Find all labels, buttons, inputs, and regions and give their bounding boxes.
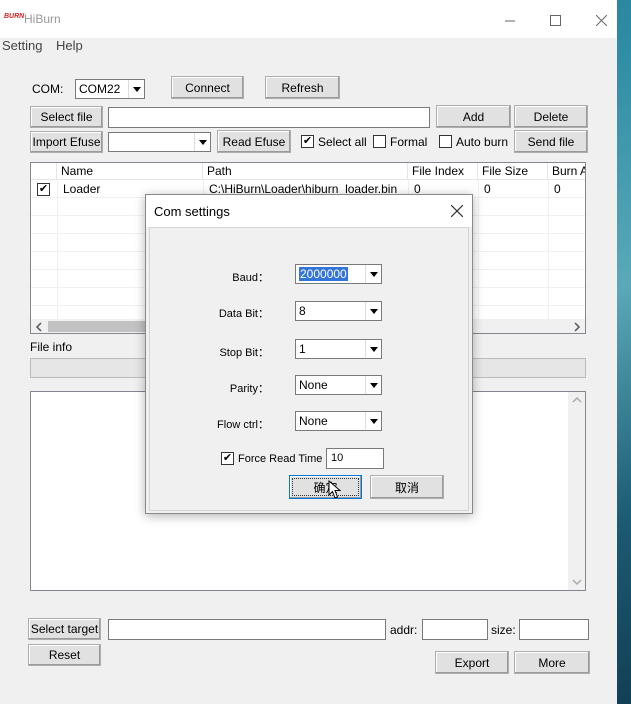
close-icon <box>595 14 607 26</box>
main-window: BURN HiBurn Setting Help COM: COM22 Conn… <box>0 0 617 704</box>
data-bit-select[interactable]: 8 <box>295 301 382 321</box>
baud-label: Baud： <box>232 272 269 284</box>
checkmark-icon: ✔ <box>38 183 49 195</box>
cell-burn-a: 0 <box>554 182 561 196</box>
checkmark-icon: ✔ <box>302 135 313 147</box>
scroll-up-icon[interactable] <box>572 396 582 404</box>
chevron-down-icon <box>365 340 381 358</box>
delete-button[interactable]: Delete <box>514 105 588 128</box>
minimize-icon <box>504 20 515 21</box>
minimize-button[interactable] <box>487 6 533 34</box>
addr-label: addr: <box>390 623 418 637</box>
select-file-button[interactable]: Select file <box>30 106 103 128</box>
data-bit-value: 8 <box>299 304 306 318</box>
com-label: COM: <box>32 82 64 96</box>
stop-bit-value: 1 <box>299 342 306 356</box>
table-header-burn-a[interactable]: Burn A <box>548 163 585 180</box>
vertical-scrollbar[interactable] <box>568 392 585 590</box>
auto-burn-label: Auto burn <box>456 135 509 149</box>
checkmark-icon: ✔ <box>222 452 233 464</box>
table-header-path[interactable]: Path <box>203 163 408 180</box>
data-bit-label: Data Bit： <box>218 308 269 320</box>
baud-value: 2000000 <box>299 267 348 281</box>
table-header-name[interactable]: Name <box>57 163 203 180</box>
formal-label: Formal <box>390 135 428 149</box>
chevron-down-icon <box>194 133 210 151</box>
chevron-down-icon <box>365 302 381 320</box>
dialog-close-icon[interactable] <box>451 205 463 217</box>
title-bar: BURN HiBurn <box>0 0 617 38</box>
reset-button[interactable]: Reset <box>28 644 101 666</box>
column-divider <box>57 180 58 320</box>
chevron-down-icon <box>365 265 381 283</box>
file-info-label: File info <box>30 340 73 354</box>
refresh-button[interactable]: Refresh <box>265 76 340 99</box>
more-button[interactable]: More <box>514 651 590 674</box>
auto-burn-checkbox[interactable] <box>439 135 452 148</box>
stop-bit-select[interactable]: 1 <box>295 339 382 359</box>
flow-ctrl-label: Flow ctrl： <box>217 419 269 431</box>
select-all-checkbox[interactable]: ✔ <box>301 135 314 148</box>
add-button[interactable]: Add <box>436 105 511 128</box>
app-logo-icon: BURN <box>4 13 25 20</box>
addr-field[interactable] <box>422 619 488 640</box>
efuse-select[interactable] <box>108 132 211 152</box>
menu-help[interactable]: Help <box>56 38 83 53</box>
force-read-time-field[interactable]: 10 <box>326 448 384 469</box>
dialog-title: Com settings <box>154 204 230 219</box>
com-port-select[interactable]: COM22 <box>75 79 145 99</box>
send-file-button[interactable]: Send file <box>514 130 588 153</box>
chevron-down-icon <box>365 376 381 394</box>
table-header-check <box>31 163 57 180</box>
size-label: size: <box>491 623 516 637</box>
baud-select[interactable]: 2000000 <box>295 264 382 284</box>
column-divider <box>478 180 479 320</box>
flow-ctrl-value: None <box>299 414 328 428</box>
cancel-button[interactable]: 取消 <box>370 475 444 499</box>
table-header-file-index[interactable]: File Index <box>408 163 478 180</box>
menu-bar: Setting Help <box>0 38 617 56</box>
parity-label: Parity： <box>229 383 269 395</box>
com-port-value: COM22 <box>79 82 121 96</box>
parity-value: None <box>299 378 328 392</box>
target-field[interactable] <box>108 619 386 640</box>
export-button[interactable]: Export <box>435 651 509 674</box>
formal-checkbox[interactable] <box>373 135 386 148</box>
column-divider <box>548 180 549 320</box>
com-settings-dialog: Com settings Baud： 2000000 Data Bit： 8 S… <box>145 194 473 514</box>
table-header-file-size[interactable]: File Size <box>478 163 548 180</box>
select-all-label: Select all <box>318 135 367 149</box>
maximize-icon <box>549 14 561 26</box>
ok-button[interactable]: 确定 <box>289 475 362 499</box>
cell-file-size: 0 <box>484 182 491 196</box>
force-read-label: Force Read Time <box>238 453 323 465</box>
chevron-down-icon <box>128 80 144 98</box>
flow-ctrl-select[interactable]: None <box>295 411 382 431</box>
force-read-checkbox[interactable]: ✔ <box>221 452 234 465</box>
file-path-field[interactable] <box>108 107 430 128</box>
size-field[interactable] <box>519 619 589 640</box>
close-button[interactable] <box>578 6 624 34</box>
parity-select[interactable]: None <box>295 375 382 395</box>
maximize-button[interactable] <box>532 6 578 34</box>
dialog-title-bar: Com settings <box>146 195 472 227</box>
dialog-body: Baud： 2000000 Data Bit： 8 Stop Bit： 1 Pa… <box>149 227 469 511</box>
row-checkbox[interactable]: ✔ <box>37 183 50 196</box>
connect-button[interactable]: Connect <box>171 76 244 99</box>
read-efuse-button[interactable]: Read Efuse <box>217 130 291 153</box>
chevron-down-icon <box>365 412 381 430</box>
menu-setting[interactable]: Setting <box>2 38 42 53</box>
import-efuse-button[interactable]: Import Efuse <box>30 131 103 153</box>
scroll-left-icon[interactable] <box>35 322 43 332</box>
mouse-cursor-icon <box>328 480 342 499</box>
scroll-down-icon[interactable] <box>572 578 582 586</box>
scroll-right-icon[interactable] <box>573 322 581 332</box>
window-title: HiBurn <box>24 12 61 26</box>
select-target-button[interactable]: Select target <box>28 618 101 640</box>
stop-bit-label: Stop Bit： <box>219 347 269 359</box>
